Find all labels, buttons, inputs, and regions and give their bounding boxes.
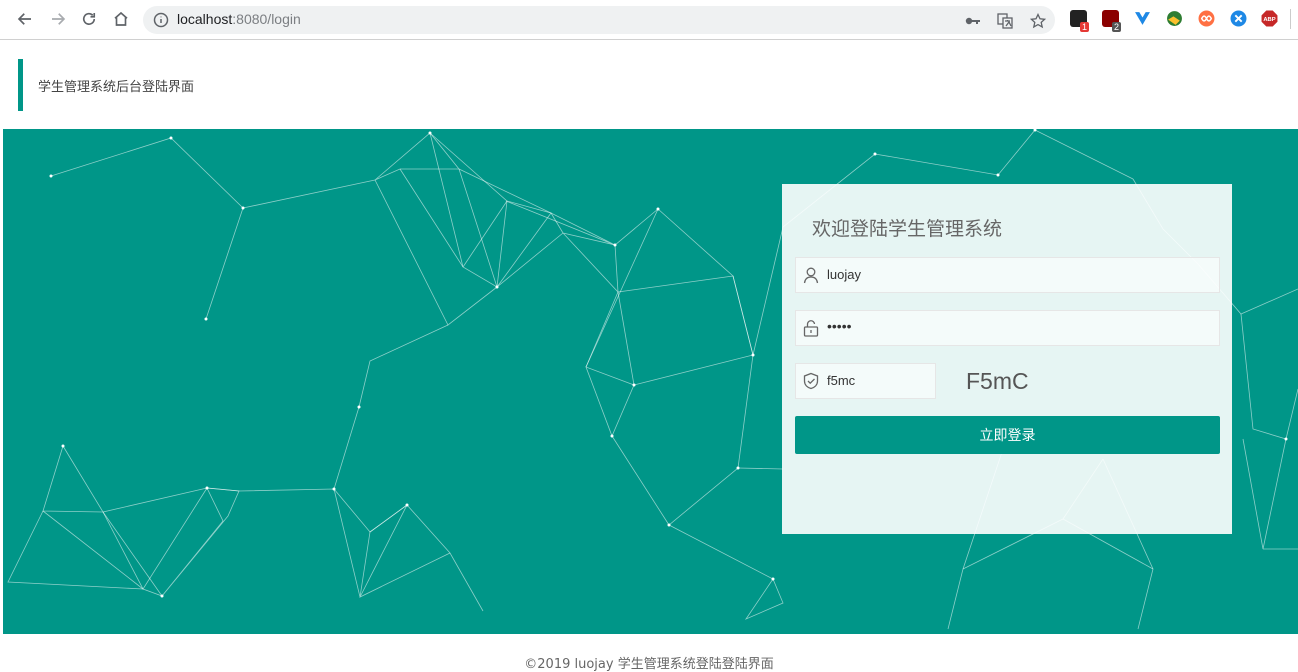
- ext-abp-icon[interactable]: ABP: [1261, 10, 1278, 27]
- ext-blue-circle-icon[interactable]: [1230, 10, 1247, 27]
- page-title: 学生管理系统后台登陆界面: [38, 80, 195, 95]
- address-bar[interactable]: localhost:8080/login: [143, 6, 1055, 34]
- forward-icon[interactable]: [45, 6, 71, 32]
- toolbar-divider: [1290, 9, 1291, 29]
- translate-icon[interactable]: [997, 13, 1013, 29]
- username-value: luojay: [827, 267, 861, 282]
- home-icon[interactable]: [108, 6, 134, 32]
- ext-ghost-badge: 1: [1080, 22, 1090, 32]
- key-icon[interactable]: [965, 13, 981, 29]
- back-icon[interactable]: [12, 6, 38, 32]
- username-field[interactable]: luojay: [795, 257, 1220, 293]
- password-field[interactable]: •••••: [795, 310, 1220, 346]
- login-button[interactable]: 立即登录: [795, 416, 1220, 454]
- browser-toolbar: localhost:8080/login 1 2 ABP: [0, 0, 1298, 40]
- svg-text:ABP: ABP: [1263, 17, 1275, 23]
- password-value: •••••: [827, 318, 852, 334]
- login-title: 欢迎登陆学生管理系统: [812, 218, 1003, 240]
- star-icon[interactable]: [1029, 12, 1047, 29]
- captcha-value: f5mc: [827, 373, 856, 388]
- ext-ublock-badge: 2: [1112, 22, 1122, 32]
- captcha-field[interactable]: f5mc: [795, 363, 936, 399]
- ext-globe-icon[interactable]: [1166, 10, 1183, 27]
- ext-infinity-icon[interactable]: [1198, 10, 1215, 27]
- reload-icon[interactable]: [76, 6, 102, 32]
- ext-vue-icon[interactable]: [1134, 10, 1151, 27]
- info-icon[interactable]: [153, 12, 169, 28]
- footer-text: ©2019 luojay 学生管理系统登陆登陆界面: [524, 657, 774, 672]
- login-form: 欢迎登陆学生管理系统 luojay ••••• f5mc F5mC 立即登录: [782, 184, 1232, 534]
- lock-icon: [802, 319, 820, 337]
- header-accent-bar: [18, 59, 23, 111]
- user-icon: [802, 266, 820, 284]
- shield-check-icon: [802, 372, 820, 390]
- url-text[interactable]: localhost:8080/login: [177, 11, 301, 27]
- captcha-image[interactable]: F5mC: [966, 368, 1029, 395]
